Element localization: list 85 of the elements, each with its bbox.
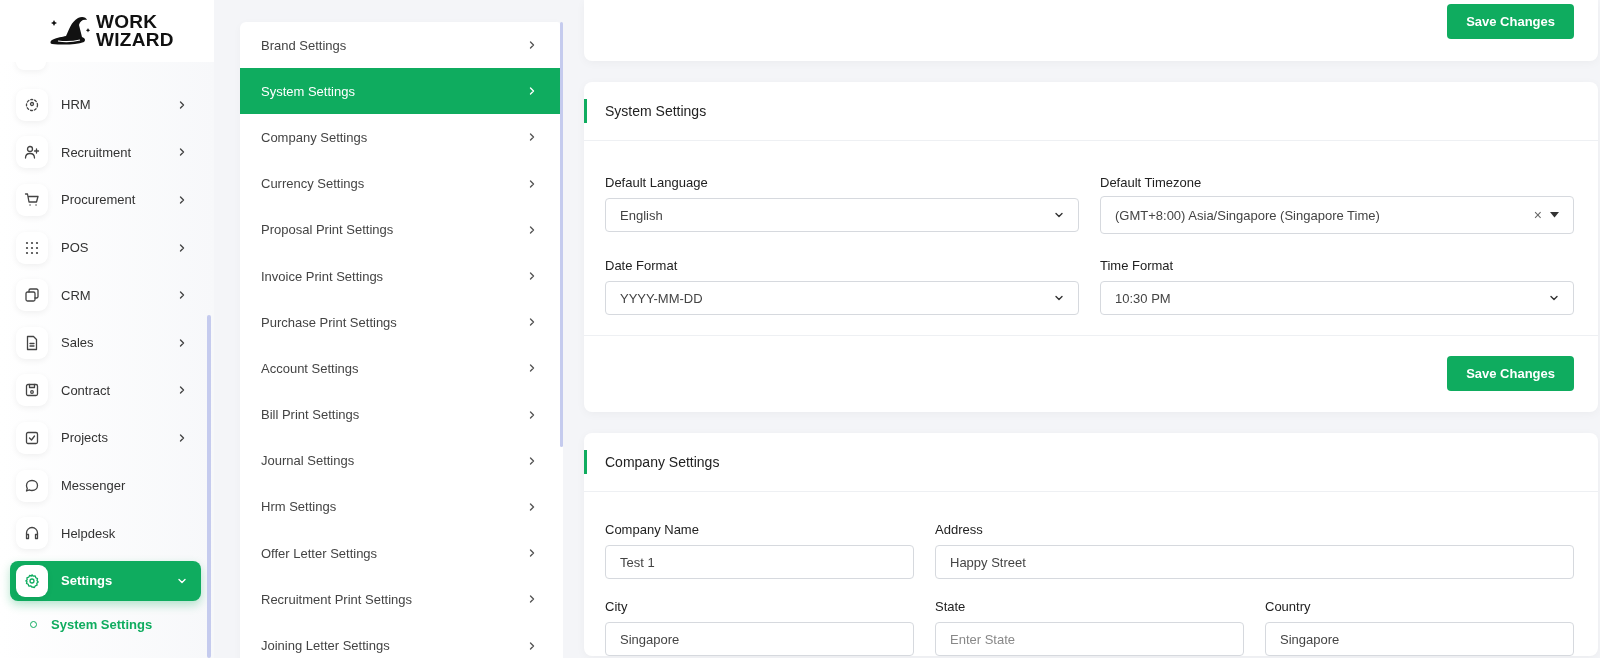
- nav-item[interactable]: Procurement: [10, 180, 201, 220]
- nav-item[interactable]: Sales: [10, 322, 201, 363]
- settings-menu-item[interactable]: Hrm Settings: [240, 483, 563, 531]
- chevron-icon: [527, 178, 537, 189]
- nav-item[interactable]: Helpdesk: [10, 513, 201, 554]
- settings-menu-item[interactable]: Joining Letter Settings: [240, 622, 563, 658]
- nav-item[interactable]: Contract: [10, 370, 201, 411]
- document-icon: [24, 334, 40, 351]
- people-circle-icon: [24, 96, 40, 113]
- nav-item[interactable]: Recruitment: [10, 132, 201, 173]
- checkbox-icon: [24, 429, 40, 446]
- chevron-icon: [527, 548, 537, 559]
- chevron-icon: [177, 290, 187, 301]
- input-field[interactable]: Singapore: [1265, 622, 1574, 656]
- input-field[interactable]: Singapore: [605, 622, 914, 656]
- chevron-icon: [527, 86, 537, 97]
- settings-menu-item[interactable]: Journal Settings: [240, 437, 563, 484]
- logo-text: WIZARD: [96, 31, 174, 49]
- chevron-icon: [527, 363, 537, 374]
- caret-icon: [1550, 212, 1559, 218]
- nav-item[interactable]: Messenger: [10, 465, 201, 506]
- chevron-icon: [177, 242, 187, 253]
- chevron-icon: [527, 455, 537, 466]
- input-field[interactable]: Enter State: [935, 622, 1244, 656]
- select-field[interactable]: (GMT+8:00) Asia/Singapore (Singapore Time) ×: [1100, 196, 1574, 234]
- settings-menu-item[interactable]: Purchase Print Settings: [240, 299, 563, 346]
- chevron-icon: [177, 432, 187, 443]
- clear-icon[interactable]: ×: [1533, 207, 1542, 223]
- chevron-icon: [527, 40, 537, 51]
- chevron-icon: [527, 132, 537, 143]
- card-title: System Settings: [605, 103, 707, 119]
- chevron-icon: [527, 271, 537, 282]
- field-label: Country: [1265, 599, 1312, 614]
- chevron-icon: [177, 147, 187, 158]
- field-label: City: [605, 599, 629, 614]
- headphones-icon: [24, 525, 40, 542]
- select-field[interactable]: YYYY-MM-DD: [605, 281, 1079, 315]
- nav-item[interactable]: POS: [10, 227, 201, 268]
- settings-menu-item[interactable]: Invoice Print Settings: [240, 252, 563, 300]
- field-label: Address: [935, 522, 984, 537]
- wizard-hat-icon: [48, 14, 92, 48]
- settings-menu-item[interactable]: Account Settings: [240, 345, 563, 392]
- chevron-icon: [177, 99, 187, 110]
- chevron-icon: [527, 501, 537, 512]
- chevron-icon: [1549, 293, 1559, 303]
- chevron-icon: [527, 317, 537, 328]
- nav-item[interactable]: Projects: [10, 417, 201, 458]
- settings-menu-item[interactable]: Brand Settings: [240, 22, 563, 69]
- select-field[interactable]: 10:30 PM: [1100, 281, 1574, 315]
- input-field[interactable]: Test 1: [605, 545, 914, 579]
- nav-item[interactable]: HRM: [10, 84, 201, 125]
- settings-menu-item[interactable]: Company Settings: [240, 114, 563, 161]
- user-plus-icon: [24, 144, 40, 161]
- grid-dots-icon: [24, 239, 40, 256]
- field-label: Company Name: [605, 522, 700, 537]
- settings-menu-item[interactable]: Proposal Print Settings: [240, 206, 563, 253]
- chevron-icon: [177, 385, 187, 396]
- settings-menu-item[interactable]: Offer Letter Settings: [240, 530, 563, 577]
- chat-bubble-icon: [24, 477, 40, 494]
- field-label: State: [935, 599, 967, 614]
- field-label: Default Language: [605, 175, 709, 190]
- chevron-icon: [527, 594, 537, 605]
- scrollbar[interactable]: [207, 315, 211, 658]
- chevron-icon: [1054, 210, 1064, 220]
- chevron-icon: [177, 195, 187, 205]
- chevron-icon: [527, 409, 537, 420]
- logo-text: WORK: [96, 13, 159, 31]
- stacked-squares-icon: [24, 287, 40, 304]
- settings-menu-item[interactable]: Bill Print Settings: [240, 391, 563, 438]
- gear-icon: [24, 572, 40, 589]
- field-label: Default Timezone: [1100, 175, 1203, 190]
- select-field[interactable]: English: [605, 198, 1079, 232]
- scrollbar[interactable]: [560, 22, 563, 447]
- field-label: Time Format: [1100, 258, 1175, 273]
- chevron-icon: [1054, 293, 1064, 303]
- nav-item[interactable]: CRM: [10, 275, 201, 316]
- settings-menu-item[interactable]: Currency Settings: [240, 160, 563, 207]
- chevron-icon: [177, 337, 187, 348]
- cart-icon: [24, 192, 40, 208]
- input-field[interactable]: Happy Street: [935, 545, 1574, 579]
- card-title: Company Settings: [605, 454, 720, 470]
- chevron-icon: [527, 640, 537, 651]
- settings-menu-item[interactable]: Recruitment Print Settings: [240, 576, 563, 623]
- field-label: Date Format: [605, 258, 679, 273]
- chevron-icon: [527, 224, 537, 235]
